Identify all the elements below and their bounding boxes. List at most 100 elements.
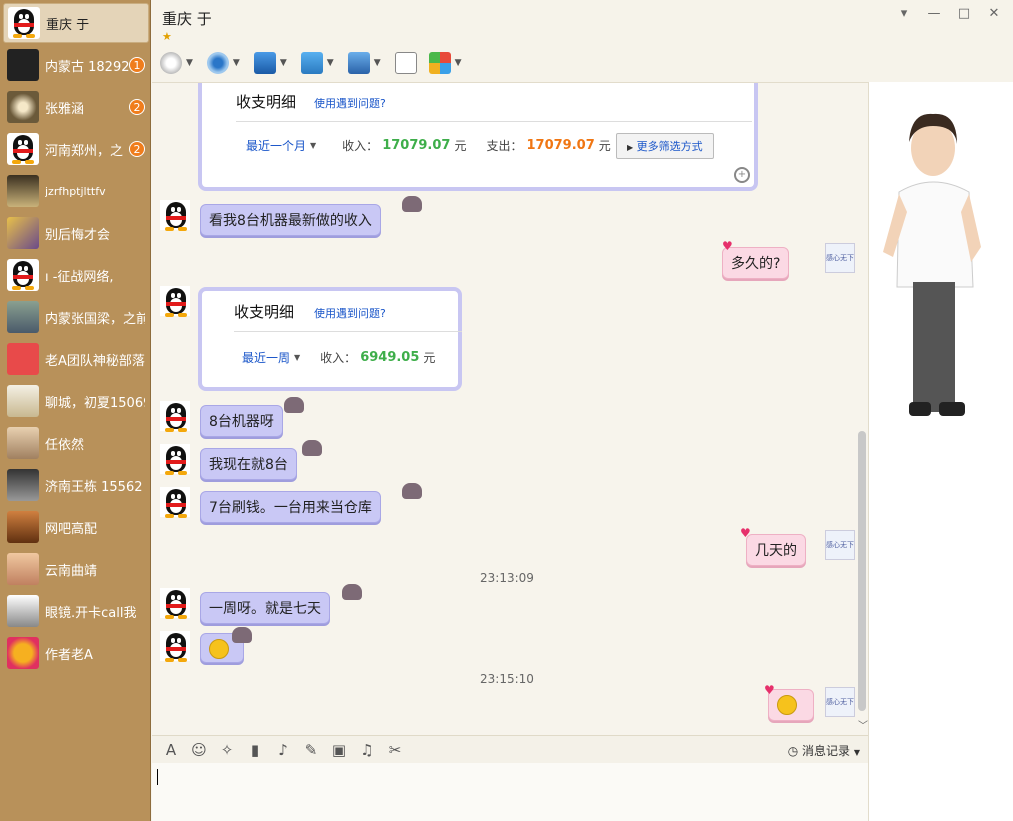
- heart-decoration-icon: ♥: [764, 683, 775, 697]
- penguin-avatar[interactable]: [160, 444, 190, 475]
- unit-label: 元: [598, 139, 611, 153]
- message-bubble[interactable]: 8台机器呀: [200, 405, 283, 437]
- penguin-avatar[interactable]: [160, 401, 190, 432]
- contact-item[interactable]: 重庆 于: [3, 3, 149, 43]
- contact-item[interactable]: 眼镜.开卡call我: [3, 591, 149, 631]
- close-button[interactable]: ✕: [986, 6, 1002, 21]
- menu-chevron-icon[interactable]: ▾: [896, 6, 912, 21]
- play-arrow-icon: ▶: [627, 143, 634, 152]
- remote-desktop-button[interactable]: ▼: [347, 50, 389, 76]
- more-filters-button[interactable]: ▶ 更多筛选方式: [616, 133, 714, 159]
- income-value: 17079.07: [382, 138, 451, 153]
- create-discussion-button[interactable]: [394, 50, 423, 76]
- penguin-avatar[interactable]: [160, 286, 190, 317]
- help-link[interactable]: 使用遇到问题?: [314, 95, 386, 111]
- send-file-button[interactable]: ▼: [300, 50, 342, 76]
- contact-item[interactable]: 云南曲靖: [3, 549, 149, 589]
- avatar: [7, 553, 39, 585]
- period-dropdown[interactable]: 最近一周: [242, 349, 290, 366]
- unread-badge: 2: [129, 99, 145, 115]
- contact-name: 作者老A: [45, 647, 93, 663]
- penguin-avatar[interactable]: [160, 487, 190, 518]
- message-history-button[interactable]: ◷ 消息记录 ▼: [788, 742, 860, 759]
- avatar: [7, 91, 39, 123]
- contact-item[interactable]: 别后悔才会: [3, 213, 149, 253]
- contact-item[interactable]: 作者老A: [3, 633, 149, 673]
- contact-item[interactable]: 张雅涵 2: [3, 87, 149, 127]
- maximize-button[interactable]: □: [956, 6, 972, 21]
- music-icon[interactable]: ♫: [358, 741, 376, 759]
- apps-grid-icon: [428, 52, 451, 74]
- message-input[interactable]: [152, 763, 868, 821]
- expense-label: 支出：: [486, 139, 523, 153]
- chat-add-icon: [394, 52, 417, 74]
- contact-item[interactable]: 济南王栋 15562: [3, 465, 149, 505]
- my-avatar[interactable]: 感心无下: [825, 687, 855, 717]
- contact-item[interactable]: 聊城，初夏15069: [3, 381, 149, 421]
- contact-name: 内蒙张国梁，之前: [45, 311, 145, 327]
- transaction-card[interactable]: 收支明细 使用遇到问题? 最近一周 ▼ 收入： 6949.05 元: [198, 287, 462, 391]
- scroll-down-icon[interactable]: ﹀: [858, 717, 868, 732]
- cat-decoration-icon: [284, 397, 304, 413]
- contact-name: 济南王栋 15562: [45, 479, 143, 495]
- contact-item[interactable]: 老A团队神秘部落: [3, 339, 149, 379]
- contact-item[interactable]: jzrfhptjlttfv: [3, 171, 149, 211]
- magic-wand-icon[interactable]: ✧: [218, 741, 236, 759]
- cat-decoration-icon: [302, 440, 322, 456]
- penguin-avatar[interactable]: [160, 588, 190, 619]
- penguin-avatar[interactable]: [160, 631, 190, 662]
- avatar-show-panel: [868, 82, 1013, 821]
- message-bubble[interactable]: 一周呀。就是七天: [200, 592, 330, 624]
- avatar: [7, 469, 39, 501]
- message-bubble[interactable]: 7台刷钱。一台用来当仓库: [200, 491, 381, 523]
- font-icon[interactable]: A: [162, 741, 180, 759]
- contact-item[interactable]: 内蒙古 18292 1: [3, 45, 149, 85]
- period-dropdown[interactable]: 最近一个月: [246, 137, 306, 154]
- avatar: [7, 49, 39, 81]
- cat-decoration-icon: [232, 627, 252, 643]
- dropdown-arrow-icon: ▼: [310, 141, 317, 150]
- contact-item[interactable]: 任依然: [3, 423, 149, 463]
- contact-item[interactable]: 河南郑州，之 2: [3, 129, 149, 169]
- card-title: 收支明细: [236, 93, 297, 111]
- video-call-button[interactable]: ▼: [206, 50, 248, 76]
- more-filters-label: 更多筛选方式: [636, 140, 703, 153]
- character-illustration: [883, 113, 981, 416]
- apps-button[interactable]: ▼: [428, 50, 470, 76]
- scrollbar[interactable]: [858, 431, 866, 711]
- heart-decoration-icon: ♥: [740, 526, 751, 540]
- penguin-avatar[interactable]: [160, 200, 190, 231]
- message-bubble[interactable]: 看我8台机器最新做的收入: [200, 204, 381, 236]
- message-list[interactable]: 收支明细 使用遇到问题? 最近一个月 ▼ 收入： 17079.07 元 支出： …: [152, 82, 868, 734]
- image-icon[interactable]: ▣: [330, 741, 348, 759]
- folder-arrow-icon: [300, 52, 323, 74]
- edit-icon[interactable]: ✎: [302, 741, 320, 759]
- contact-name: 眼镜.开卡call我: [45, 605, 137, 621]
- contact-name: ı -征战网络,: [45, 269, 114, 285]
- emoji-icon[interactable]: ☺: [190, 741, 208, 759]
- contact-item[interactable]: 内蒙张国梁，之前: [3, 297, 149, 337]
- screen-share-button[interactable]: ▼: [253, 50, 295, 76]
- message-bubble[interactable]: 我现在就8台: [200, 448, 297, 480]
- transaction-card[interactable]: 收支明细 使用遇到问题? 最近一个月 ▼ 收入： 17079.07 元 支出： …: [198, 83, 758, 191]
- voice-message-icon[interactable]: ♪: [274, 741, 292, 759]
- contact-item[interactable]: ı -征战网络,: [3, 255, 149, 295]
- chat-toolbar: ▼ ▼ ▼ ▼ ▼ ▼: [160, 50, 470, 76]
- my-avatar[interactable]: 感心无下: [825, 530, 855, 560]
- monitor-icon: [253, 52, 276, 74]
- expense-value: 17079.07: [526, 138, 595, 153]
- voice-call-button[interactable]: ▼: [160, 50, 201, 76]
- avatar: [7, 637, 39, 669]
- zoom-in-icon[interactable]: +: [734, 167, 750, 183]
- summary-row: 最近一周 ▼ 收入： 6949.05 元: [242, 349, 435, 366]
- income-value: 6949.05: [360, 350, 420, 365]
- gamepad-avatar: [7, 343, 39, 375]
- contact-name: 老A团队神秘部落: [45, 353, 145, 369]
- shake-window-icon[interactable]: ▮: [246, 741, 264, 759]
- scissors-icon[interactable]: ✂: [386, 741, 404, 759]
- help-link[interactable]: 使用遇到问题?: [314, 305, 386, 321]
- minimize-button[interactable]: —: [926, 6, 942, 21]
- my-avatar[interactable]: 感心无下: [825, 243, 855, 273]
- unit-label: 元: [454, 139, 467, 153]
- contact-item[interactable]: 网吧高配: [3, 507, 149, 547]
